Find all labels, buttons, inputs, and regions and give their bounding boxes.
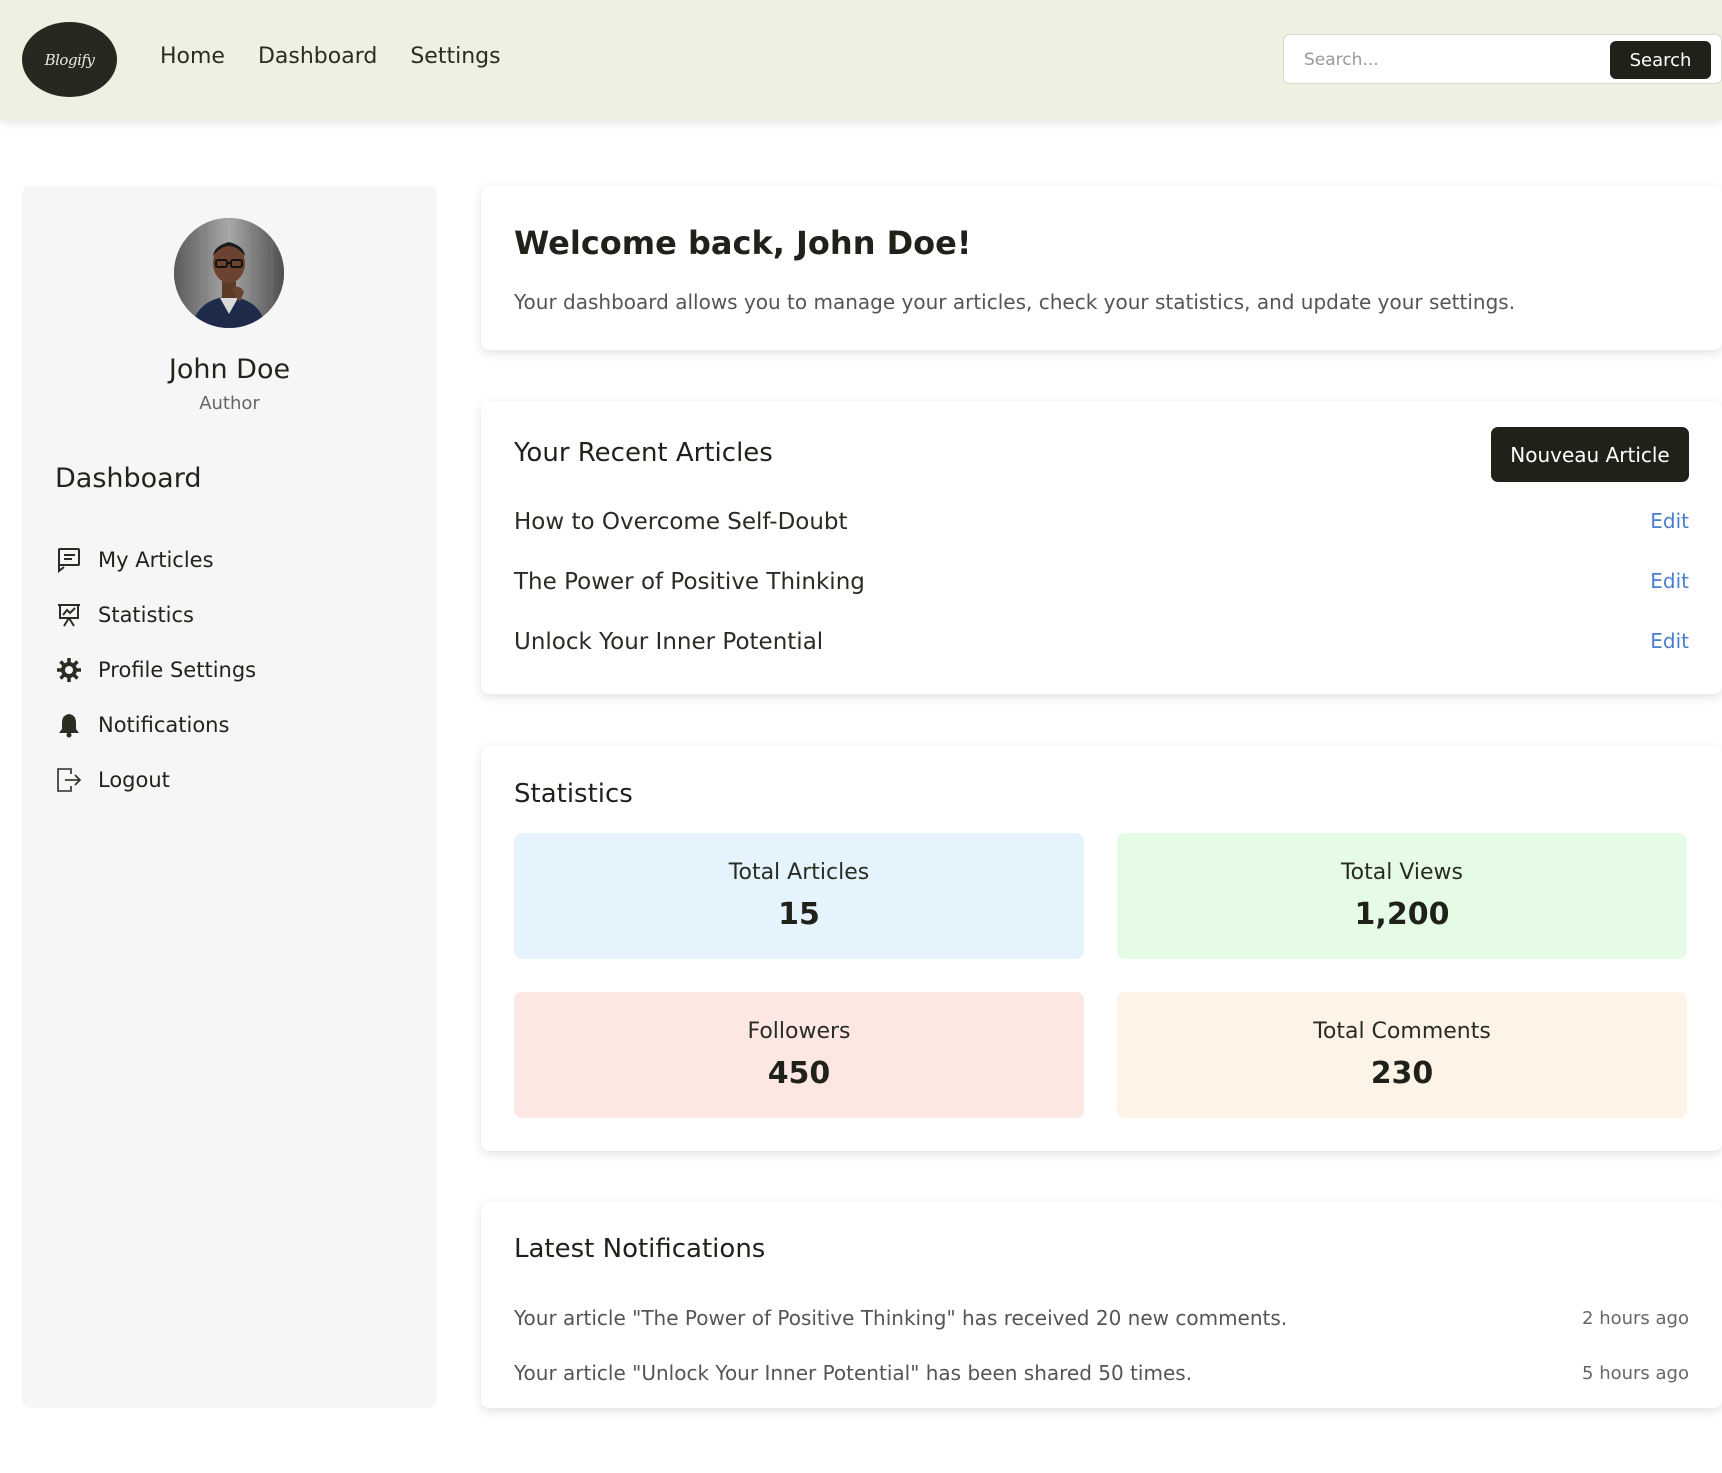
notification-item[interactable]: Your article "The Power of Positive Thin… [514,1306,1689,1334]
list-item: How to Overcome Self-Doubt Edit [514,509,1689,539]
list-item: The Power of Positive Thinking Edit [514,569,1689,599]
edit-link[interactable]: Edit [1650,509,1689,533]
presentation-chart-icon [55,601,83,629]
nav-settings-link[interactable]: Settings [410,44,500,69]
article-title[interactable]: How to Overcome Self-Doubt [514,509,848,535]
stat-label: Total Articles [728,860,870,885]
top-navbar: Blogify Home Dashboard Settings Search [0,0,1722,120]
stat-followers: Followers 450 [514,992,1084,1118]
article-title[interactable]: Unlock Your Inner Potential [514,629,823,655]
sidebar-item-label: Statistics [98,603,194,627]
main-nav: Home Dashboard Settings [160,44,534,69]
edit-link[interactable]: Edit [1650,629,1689,653]
sidebar-title: Dashboard [55,463,202,494]
welcome-title: Welcome back, John Doe! [514,224,972,262]
welcome-card: Welcome back, John Doe! Your dashboard a… [481,186,1722,350]
sidebar-item-label: My Articles [98,548,214,572]
notifications-title: Latest Notifications [514,1234,766,1264]
new-article-button[interactable]: Nouveau Article [1491,427,1689,482]
search-bar: Search [1283,34,1722,84]
nav-dashboard-link[interactable]: Dashboard [258,44,377,69]
avatar[interactable] [174,218,284,328]
logout-icon [55,766,83,794]
stat-label: Total Views [1340,860,1464,885]
brand-logo[interactable]: Blogify [22,22,117,97]
profile-role: Author [199,393,260,414]
notification-text: Your article "Unlock Your Inner Potentia… [514,1361,1193,1385]
sidebar-item-notifications[interactable]: Notifications [55,711,229,739]
statistics-card: Statistics Total Articles 15 Total Views… [481,746,1722,1151]
bell-icon [55,711,83,739]
avatar-photo-icon [174,218,284,328]
notification-time: 5 hours ago [1582,1363,1689,1384]
sidebar-item-profile-settings[interactable]: Profile Settings [55,656,256,684]
stat-value: 15 [778,897,820,932]
sidebar-item-label: Logout [98,768,170,792]
stat-label: Followers [747,1019,851,1044]
stat-label: Total Comments [1313,1019,1491,1044]
sidebar-item-logout[interactable]: Logout [55,766,170,794]
notifications-card: Latest Notifications Your article "The P… [481,1202,1722,1408]
sidebar-item-my-articles[interactable]: My Articles [55,546,214,574]
list-item: Unlock Your Inner Potential Edit [514,629,1689,659]
recent-articles-card: Your Recent Articles Nouveau Article How… [481,401,1722,694]
nav-home-link[interactable]: Home [160,44,225,69]
stat-value: 450 [767,1056,831,1091]
profile-name: John Doe [168,354,291,385]
article-title[interactable]: The Power of Positive Thinking [514,569,865,595]
stat-total-comments: Total Comments 230 [1117,992,1687,1118]
articles-icon [55,546,83,574]
stat-total-views: Total Views 1,200 [1117,833,1687,959]
search-button[interactable]: Search [1610,41,1711,79]
statistics-title: Statistics [514,779,633,809]
sidebar-item-statistics[interactable]: Statistics [55,601,194,629]
stat-value: 1,200 [1354,897,1450,932]
search-input[interactable] [1304,48,1584,72]
sidebar-item-label: Profile Settings [98,658,257,682]
sidebar: John Doe Author Dashboard My Articles St… [22,186,437,1408]
logo-text: Blogify [44,50,95,69]
recent-articles-title: Your Recent Articles [514,438,773,468]
welcome-text: Your dashboard allows you to manage your… [514,290,1516,314]
sidebar-item-label: Notifications [98,713,230,737]
notification-item[interactable]: Your article "Unlock Your Inner Potentia… [514,1361,1689,1389]
edit-link[interactable]: Edit [1650,569,1689,593]
notification-text: Your article "The Power of Positive Thin… [514,1306,1288,1330]
stat-value: 230 [1370,1056,1434,1091]
gear-icon [55,656,83,684]
stat-total-articles: Total Articles 15 [514,833,1084,959]
notification-time: 2 hours ago [1582,1308,1689,1329]
